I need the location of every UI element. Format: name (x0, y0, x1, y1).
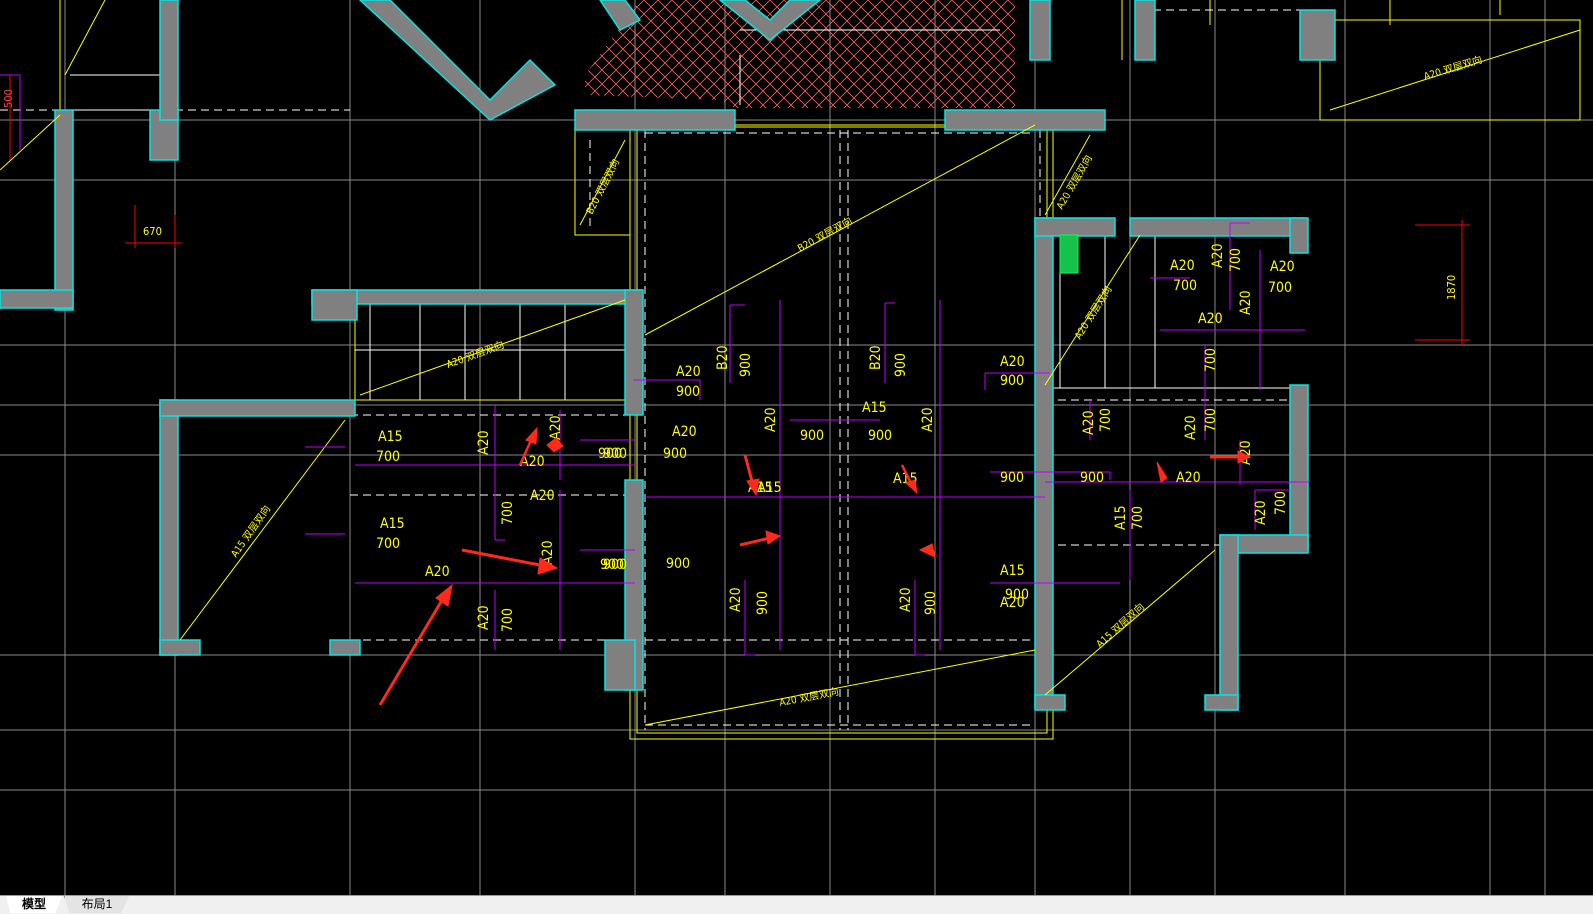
rebar-label: A20 (920, 407, 936, 432)
rebar-label: A20 (763, 407, 779, 432)
rebar-label: 900 (923, 591, 939, 615)
rebar-label: A20 (1081, 410, 1097, 435)
rebar-label: 700 (500, 501, 516, 525)
rebar-label: A15 (378, 429, 403, 445)
walls (0, 0, 1336, 711)
rebar-label: A20 (1198, 311, 1223, 327)
rebar-label: B20 (868, 345, 884, 370)
rebar-label: A15 (862, 400, 887, 416)
layout-tab-bar: 模型 布局1 (0, 895, 1593, 914)
rebar-label: 900 (676, 384, 700, 400)
rebar-label: A20 (676, 364, 701, 380)
rebar-label: A20 (1253, 500, 1269, 525)
rebar-label: B20 (715, 345, 731, 370)
rebar-label: A20 (1238, 290, 1254, 315)
rebar-label: A20 (898, 587, 914, 612)
rebar-label: A20 (728, 587, 744, 612)
rebar-label: 700 (376, 536, 400, 552)
zone-label-b20-small: B20 双层双向 (583, 157, 622, 217)
rebar-label: 700 (1203, 408, 1219, 432)
grid-lines (0, 0, 1593, 895)
rebar-label: A20 (425, 564, 450, 580)
rebar-label: 900 (868, 428, 892, 444)
rebar-label: 700 (1203, 348, 1219, 372)
rebar-label: 900 (1000, 373, 1024, 389)
rebar-label: 900 (666, 556, 690, 572)
rebar-label: 900 (603, 557, 627, 573)
rebar-label: 700 (1228, 248, 1244, 272)
zone-label-a15-right: A15 双层双向 (1093, 600, 1147, 650)
rebar-label: A20 (672, 424, 697, 440)
rebar-label: A20 (1000, 354, 1025, 370)
rebar-label: 700 (1273, 491, 1289, 515)
zone-label-a20-stair: A20 双层双向 (445, 338, 506, 371)
zone-label-a20-right: A20 双层双向 (1072, 283, 1115, 341)
green-fixture (1059, 234, 1079, 274)
rebar-label: 900 (755, 591, 771, 615)
rebar-label: A20 (530, 488, 555, 504)
rebar-label: 700 (376, 449, 400, 465)
rebar-label: A20 (1270, 259, 1295, 275)
rebar-label: 900 (893, 353, 909, 377)
rebar-label: 900 (603, 446, 627, 462)
cad-drawing-canvas[interactable]: 500 670 1870 B20 双层双向 A20 双层双向 A15 双层双向 … (0, 0, 1593, 895)
dimension-500: 500 (2, 89, 15, 108)
rebar-label: 900 (663, 446, 687, 462)
zone-label-a20-bottom: A20 双层双向 (778, 685, 840, 709)
rebar-label: A20 (476, 430, 492, 455)
markup-arrows (378, 426, 1252, 706)
rebar-label: 900 (1000, 470, 1024, 486)
rebar-label: 700 (1268, 280, 1292, 296)
rebar-label: 900 (800, 428, 824, 444)
rebar-label: A20 (548, 415, 564, 440)
rebar-label: A20 (1000, 595, 1025, 611)
zone-labels: B20 双层双向 A20 双层双向 A15 双层双向 A20 双层双向 A20 … (228, 53, 1484, 709)
zone-label-b20-top: B20 双层双向 (795, 214, 854, 255)
rebar-label: A20 (1210, 243, 1226, 268)
rebar-lines (0, 74, 1310, 656)
rebar-label: 700 (1098, 408, 1114, 432)
slab-outlines (59, 0, 1581, 740)
dimension-1870: 1870 (1445, 275, 1458, 300)
dimension-670: 670 (143, 225, 162, 238)
rebar-label: A15 (380, 516, 405, 532)
tab-layout1[interactable]: 布局1 (64, 896, 129, 913)
rebar-label: 700 (1130, 506, 1146, 530)
rebar-label: A20 (1183, 415, 1199, 440)
zone-label-a15-left: A15 双层双向 (228, 503, 273, 560)
rebar-label: A15 (1000, 563, 1025, 579)
rebar-label: 900 (1080, 470, 1104, 486)
tab-model[interactable]: 模型 (6, 896, 62, 913)
zone-label-a20-topright: A20 双层双向 (1422, 53, 1484, 83)
rebar-label: A15 (1113, 505, 1129, 530)
rebar-label: A20 (1170, 258, 1195, 274)
rebar-label: 700 (500, 608, 516, 632)
zone-label-a20-small-right: A20 双层双向 (1053, 153, 1094, 212)
rebar-label: A20 (476, 605, 492, 630)
rebar-label: 900 (738, 353, 754, 377)
rebar-label: 700 (1173, 278, 1197, 294)
rebar-label: A20 (1176, 470, 1201, 486)
slab-diagonals (0, 0, 1581, 726)
